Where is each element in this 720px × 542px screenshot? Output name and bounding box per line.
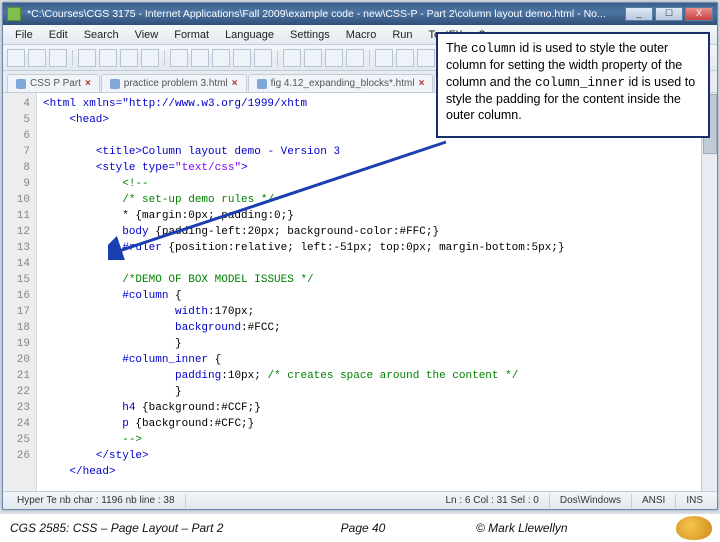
- vertical-scrollbar[interactable]: [701, 93, 717, 491]
- ucf-logo-icon: [676, 516, 712, 540]
- code-view[interactable]: <html xmlns="http://www.w3.org/1999/xhtm…: [37, 93, 701, 491]
- minimize-button[interactable]: _: [625, 7, 653, 21]
- toolbar-button-18[interactable]: [417, 49, 435, 67]
- editor-area: 4567891011121314151617181920212223242526…: [3, 93, 717, 491]
- statusbar: Hyper Te nb char : 1196 nb line : 38 Ln …: [3, 491, 717, 509]
- footer-copyright: © Mark Llewellyn: [476, 521, 676, 535]
- menu-search[interactable]: Search: [76, 27, 127, 43]
- status-left: Hyper Te nb char : 1196 nb line : 38: [7, 494, 186, 508]
- file-icon: [16, 79, 26, 89]
- close-button[interactable]: X: [685, 7, 713, 21]
- line-gutter: 4567891011121314151617181920212223242526: [3, 93, 37, 491]
- menu-macro[interactable]: Macro: [338, 27, 385, 43]
- window-controls: _ ☐ X: [625, 7, 713, 21]
- tab-close-icon[interactable]: ×: [419, 78, 425, 89]
- tab-2[interactable]: fig 4.12_expanding_blocks*.html ×: [248, 74, 434, 92]
- menu-language[interactable]: Language: [217, 27, 282, 43]
- toolbar-button-6[interactable]: [141, 49, 159, 67]
- footer-page: Page 40: [250, 521, 476, 535]
- toolbar-button-16[interactable]: [375, 49, 393, 67]
- toolbar-button-1[interactable]: [28, 49, 46, 67]
- menu-settings[interactable]: Settings: [282, 27, 338, 43]
- menu-format[interactable]: Format: [166, 27, 217, 43]
- toolbar-button-10[interactable]: [233, 49, 251, 67]
- window-title: *C:\Courses\CGS 3175 - Internet Applicat…: [27, 8, 625, 20]
- toolbar-button-8[interactable]: [191, 49, 209, 67]
- footer-left: CGS 2585: CSS – Page Layout – Part 2: [0, 521, 250, 535]
- toolbar-button-3[interactable]: [78, 49, 96, 67]
- toolbar-button-7[interactable]: [170, 49, 188, 67]
- menu-file[interactable]: File: [7, 27, 41, 43]
- tab-close-icon[interactable]: ×: [232, 78, 238, 89]
- toolbar-button-4[interactable]: [99, 49, 117, 67]
- menu-edit[interactable]: Edit: [41, 27, 76, 43]
- tab-label: fig 4.12_expanding_blocks*.html: [271, 78, 415, 89]
- annotation-callout: The column id is used to style the outer…: [436, 32, 710, 138]
- toolbar-button-12[interactable]: [283, 49, 301, 67]
- maximize-button[interactable]: ☐: [655, 7, 683, 21]
- toolbar-button-14[interactable]: [325, 49, 343, 67]
- menu-run[interactable]: Run: [384, 27, 420, 43]
- tab-label: CSS P Part: [30, 78, 81, 89]
- status-pos: Ln : 6 Col : 31 Sel : 0: [435, 494, 549, 508]
- status-os: Dos\Windows: [550, 494, 632, 508]
- toolbar-button-13[interactable]: [304, 49, 322, 67]
- titlebar: *C:\Courses\CGS 3175 - Internet Applicat…: [3, 3, 717, 25]
- file-icon: [257, 79, 267, 89]
- status-enc: ANSI: [632, 494, 676, 508]
- toolbar-button-0[interactable]: [7, 49, 25, 67]
- tab-0[interactable]: CSS P Part ×: [7, 74, 100, 92]
- menu-view[interactable]: View: [127, 27, 167, 43]
- tab-label: practice problem 3.html: [124, 78, 228, 89]
- tab-1[interactable]: practice problem 3.html ×: [101, 74, 247, 92]
- tab-close-icon[interactable]: ×: [85, 78, 91, 89]
- toolbar-button-5[interactable]: [120, 49, 138, 67]
- status-mode: INS: [676, 494, 713, 508]
- toolbar-button-11[interactable]: [254, 49, 272, 67]
- file-icon: [110, 79, 120, 89]
- toolbar-button-17[interactable]: [396, 49, 414, 67]
- slide-footer: CGS 2585: CSS – Page Layout – Part 2 Pag…: [0, 514, 720, 542]
- toolbar-button-2[interactable]: [49, 49, 67, 67]
- app-icon: [7, 7, 21, 21]
- toolbar-button-9[interactable]: [212, 49, 230, 67]
- toolbar-button-15[interactable]: [346, 49, 364, 67]
